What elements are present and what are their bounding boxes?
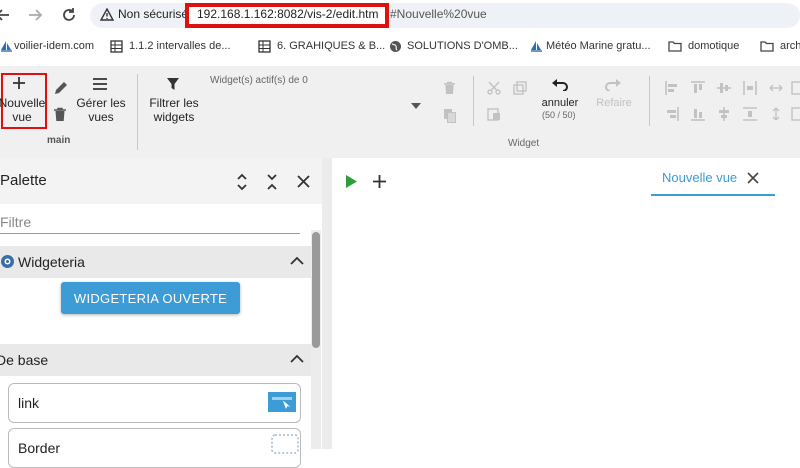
undo-count: (50 / 50) xyxy=(542,110,576,120)
undo-button[interactable]: annuler xyxy=(534,96,586,110)
security-label[interactable]: Non sécurisé xyxy=(118,7,188,21)
url-hash-text[interactable]: #Nouvelle%20vue xyxy=(390,7,487,21)
widget-border-label: Border xyxy=(18,440,61,456)
chevron-up-icon[interactable] xyxy=(290,256,304,266)
filter-widgets-button[interactable]: Filtrer les widgets xyxy=(141,96,207,124)
bookmark-intervalles[interactable]: 1.1.2 intervalles de... xyxy=(129,40,231,52)
sailboat-icon xyxy=(530,40,543,53)
section-basic-title: De base xyxy=(0,352,49,368)
new-view-label: Nouvelle vue xyxy=(0,96,46,124)
tab-nouvelle-vue[interactable]: Nouvelle vue xyxy=(651,160,775,196)
spreadsheet-icon xyxy=(110,40,123,53)
pencil-icon[interactable] xyxy=(53,81,68,96)
align-right-icon[interactable] xyxy=(665,107,679,121)
toolbar-divider xyxy=(137,74,138,150)
expand-all-icon[interactable] xyxy=(236,173,248,191)
widget-link[interactable]: link xyxy=(8,383,301,423)
folder-icon xyxy=(760,40,774,53)
tab-label: Nouvelle vue xyxy=(662,170,738,185)
delete-widget-icon[interactable] xyxy=(443,81,456,95)
align-left-icon[interactable] xyxy=(665,81,679,95)
arrow-left-icon[interactable] xyxy=(0,6,12,24)
close-tab-icon[interactable] xyxy=(747,172,759,184)
widget-border[interactable]: Border xyxy=(8,428,301,468)
palette-filter-input[interactable] xyxy=(0,210,300,234)
undo-icon[interactable] xyxy=(551,77,569,91)
views-area xyxy=(332,158,800,449)
align-bottom-icon[interactable] xyxy=(691,107,705,121)
globe-icon xyxy=(389,40,402,53)
play-icon[interactable] xyxy=(345,175,357,188)
active-widgets-label: Widget(s) actif(s) de 0 xyxy=(210,75,308,86)
palette-panel: Palette Widgeteria WIDGETERIA OUVERTE De… xyxy=(0,158,322,468)
bookmark-solutions[interactable]: SOLUTIONS D'OMB... xyxy=(407,40,518,52)
bookmark-domotique[interactable]: domotique xyxy=(688,40,739,52)
main-group-label: main xyxy=(47,135,71,146)
plus-icon[interactable] xyxy=(12,76,26,90)
distribute-v-icon[interactable] xyxy=(743,107,757,121)
palette-scroll-thumb[interactable] xyxy=(312,232,320,348)
reload-icon[interactable] xyxy=(60,6,78,24)
distribute-h-icon[interactable] xyxy=(743,81,757,95)
align-extra-icon[interactable] xyxy=(791,81,800,95)
toolbar-divider xyxy=(649,76,650,126)
palette-header: Palette xyxy=(0,158,322,204)
add-view-icon[interactable] xyxy=(372,174,387,189)
manage-views-label: Gérer les vues xyxy=(76,96,126,124)
bookmark-arch[interactable]: arch xyxy=(780,40,800,52)
widget-group-label: Widget xyxy=(508,138,540,149)
chevron-up-icon[interactable] xyxy=(290,354,304,364)
duplicate-icon[interactable] xyxy=(513,81,527,95)
filter-widgets-label: Filtrer les widgets xyxy=(149,96,199,124)
section-basic-header[interactable]: De base xyxy=(0,344,312,376)
folder-icon xyxy=(668,40,682,53)
same-width-icon[interactable] xyxy=(769,81,783,95)
section-widgeteria-title: Widgeteria xyxy=(18,254,85,270)
trash-icon[interactable] xyxy=(53,107,67,122)
scissors-icon[interactable] xyxy=(487,81,501,95)
warning-icon[interactable] xyxy=(100,8,114,22)
palette-title: Palette xyxy=(0,172,47,189)
bookmark-meteo[interactable]: Météo Marine gratu... xyxy=(546,40,651,52)
bookmark-voilier[interactable]: voilier-idem.com xyxy=(14,40,94,52)
align-top-icon[interactable] xyxy=(691,81,705,95)
paste-icon[interactable] xyxy=(487,107,501,121)
align-center-v-icon[interactable] xyxy=(717,81,731,95)
arrow-right-icon[interactable] xyxy=(26,6,44,24)
redo-button[interactable]: Refaire xyxy=(590,96,638,110)
sailboat-icon xyxy=(0,40,13,53)
same-height-icon[interactable] xyxy=(769,107,783,121)
bookmarks-bar: voilier-idem.com 1.1.2 intervalles de...… xyxy=(0,32,800,62)
collapse-all-icon[interactable] xyxy=(266,173,278,191)
close-icon[interactable] xyxy=(296,174,311,189)
manage-views-button[interactable]: Gérer les vues xyxy=(71,96,131,124)
link-widget-icon xyxy=(268,392,296,412)
align-center-h-icon[interactable] xyxy=(717,107,731,121)
menu-icon[interactable] xyxy=(92,77,108,91)
widgeteria-icon xyxy=(0,254,15,269)
open-widgeteria-button[interactable]: WIDGETERIA OUVERTE xyxy=(61,282,240,314)
dropdown-arrow-icon[interactable] xyxy=(411,103,421,109)
spreadsheet-icon xyxy=(258,40,271,53)
section-widgeteria-header[interactable]: Widgeteria xyxy=(0,246,312,278)
filter-icon[interactable] xyxy=(166,77,180,91)
bookmark-graphiques[interactable]: 6. GRAHIQUES & B... xyxy=(277,40,385,52)
browser-address-bar: Non sécurisé 192.168.1.162:8082/vis-2/ed… xyxy=(0,0,800,30)
toolbar-divider xyxy=(473,76,474,126)
widget-link-label: link xyxy=(18,395,40,411)
align-extra-2-icon[interactable] xyxy=(791,107,800,121)
new-view-button[interactable]: Nouvelle vue xyxy=(0,96,50,124)
copy-widget-icon[interactable] xyxy=(443,108,457,123)
url-text[interactable]: 192.168.1.162:8082/vis-2/edit.htm xyxy=(197,7,378,21)
panel-splitter[interactable] xyxy=(322,158,332,449)
redo-icon[interactable] xyxy=(604,77,622,91)
border-widget-icon xyxy=(271,434,299,454)
